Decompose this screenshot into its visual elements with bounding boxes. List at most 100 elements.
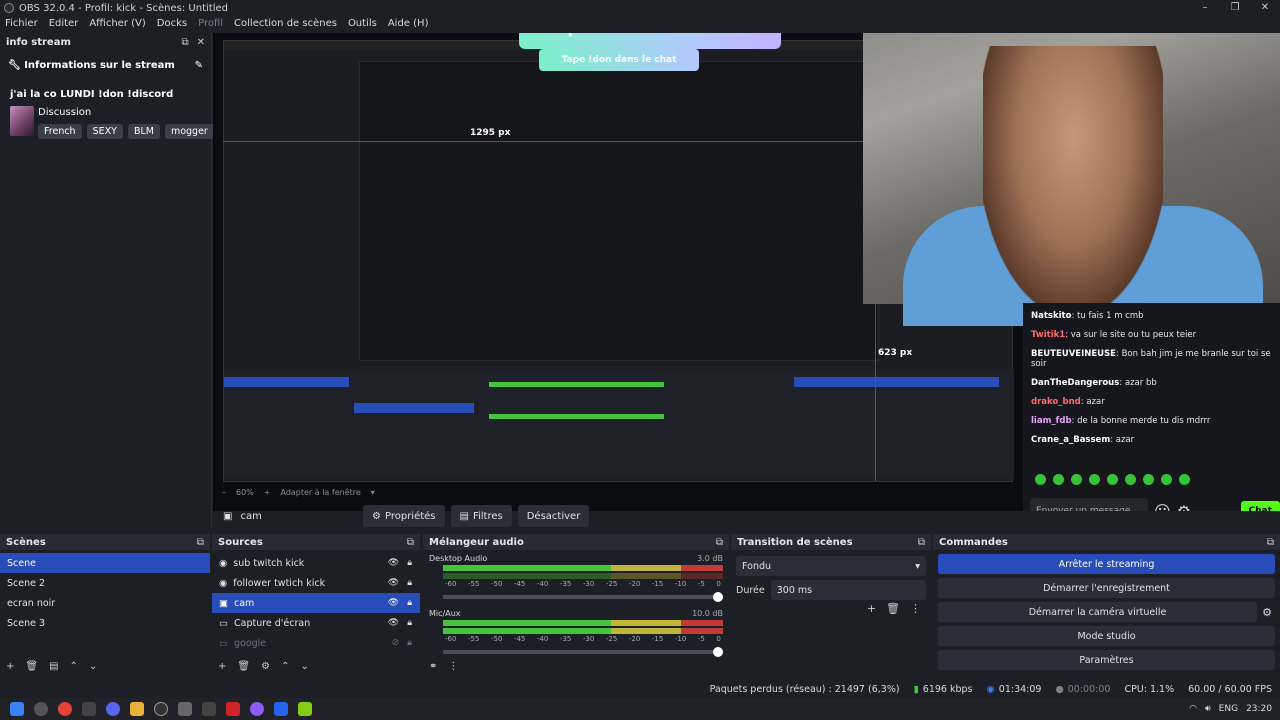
- down-arrow-icon[interactable]: ⌄: [300, 661, 308, 672]
- eye-icon[interactable]: 👁︎: [388, 598, 399, 608]
- scene-item[interactable]: Scene: [0, 553, 210, 573]
- add-icon[interactable]: +: [218, 661, 226, 672]
- trash-icon[interactable]: 🗑︎: [237, 661, 250, 672]
- transition-select[interactable]: Fondu ▾: [736, 556, 926, 576]
- lock-icon[interactable]: 🔒︎: [407, 578, 412, 588]
- undock-icon[interactable]: ⧉: [181, 37, 188, 48]
- filter-icon[interactable]: ▤: [49, 661, 58, 672]
- scene-item[interactable]: Scene 2: [0, 573, 210, 593]
- slider-knob[interactable]: [713, 647, 723, 657]
- chevron-down-icon[interactable]: ▾: [371, 488, 375, 500]
- source-type-icon: ◉: [219, 577, 228, 589]
- start-virtual-camera-button[interactable]: Démarrer la caméra virtuelle: [938, 602, 1258, 622]
- close-dock-icon[interactable]: ✕: [197, 37, 205, 48]
- eye-icon[interactable]: 👁︎: [388, 558, 399, 568]
- link-icon[interactable]: ⚭: [429, 661, 437, 672]
- emote-icon: [1143, 474, 1154, 485]
- source-item[interactable]: ▣ cam 👁︎ 🔒︎: [212, 593, 420, 613]
- stop-streaming-button[interactable]: Arrêter le streaming: [938, 554, 1275, 574]
- donation-banner-nested: Tape !don dans le chat: [539, 49, 699, 71]
- start-recording-button[interactable]: Démarrer l'enregistrement: [938, 578, 1275, 598]
- undock-icon[interactable]: ⧉: [918, 537, 925, 548]
- minimize-button[interactable]: –: [1190, 0, 1220, 16]
- disable-button[interactable]: Désactiver: [517, 505, 590, 527]
- language-indicator[interactable]: ENG: [1219, 704, 1238, 714]
- scene-item[interactable]: ecran noir: [0, 593, 210, 613]
- lock-icon[interactable]: 🔒︎: [407, 618, 412, 628]
- menu-file[interactable]: Fichier: [0, 16, 44, 33]
- volume-icon[interactable]: 🔊︎: [1205, 704, 1211, 714]
- lock-icon[interactable]: 🔒︎: [407, 598, 412, 608]
- zoom-in-icon[interactable]: +: [264, 488, 271, 500]
- eye-icon[interactable]: 👁︎: [388, 618, 399, 628]
- source-name: cam: [233, 597, 255, 609]
- add-icon[interactable]: +: [867, 602, 876, 615]
- app-icon[interactable]: [298, 702, 312, 716]
- menu-docks[interactable]: Docks: [152, 16, 193, 33]
- volume-slider[interactable]: [443, 592, 723, 602]
- scene-item[interactable]: Scene 3: [0, 613, 210, 633]
- gear-icon[interactable]: ⚙: [261, 661, 270, 672]
- app-icon[interactable]: [226, 702, 240, 716]
- slider-knob[interactable]: [713, 592, 723, 602]
- discord-icon[interactable]: [106, 702, 120, 716]
- properties-button[interactable]: ⚙ Propriétés: [363, 505, 445, 527]
- up-arrow-icon[interactable]: ⌃: [281, 661, 289, 672]
- undock-icon[interactable]: ⧉: [407, 537, 414, 548]
- app-icon[interactable]: [250, 702, 264, 716]
- nested-source-selected: [354, 403, 474, 413]
- maximize-button[interactable]: ❐: [1220, 0, 1250, 16]
- undock-icon[interactable]: ⧉: [716, 537, 723, 548]
- add-icon[interactable]: +: [6, 661, 14, 672]
- chevron-down-icon: ▾: [915, 560, 920, 572]
- duration-input[interactable]: 300 ms: [770, 580, 926, 600]
- eye-hidden-icon[interactable]: ⊘: [392, 638, 400, 648]
- chrome-icon[interactable]: [58, 702, 72, 716]
- properties-label: Propriétés: [384, 510, 436, 522]
- source-item[interactable]: ◉ follower twtich kick 👁︎ 🔒︎: [212, 573, 420, 593]
- wifi-icon[interactable]: ◠: [1189, 704, 1197, 714]
- obs-icon[interactable]: [154, 702, 168, 716]
- app-icon[interactable]: [274, 702, 288, 716]
- menu-dots-icon[interactable]: ⋮: [910, 602, 921, 615]
- menu-tools[interactable]: Outils: [343, 16, 383, 33]
- menu-scene-collection[interactable]: Collection de scènes: [229, 16, 343, 33]
- up-arrow-icon[interactable]: ⌃: [70, 661, 78, 672]
- controls-title: Commandes: [939, 536, 1008, 548]
- trash-icon[interactable]: 🗑︎: [886, 602, 900, 615]
- folder-icon[interactable]: [130, 702, 144, 716]
- volume-slider[interactable]: [443, 647, 723, 657]
- close-button[interactable]: ✕: [1250, 0, 1280, 16]
- edit-pencil-icon[interactable]: ✎: [195, 60, 203, 71]
- settings-button[interactable]: Paramètres: [938, 650, 1275, 670]
- menu-view[interactable]: Afficher (V): [84, 16, 151, 33]
- menu-dots-icon[interactable]: ⋮: [448, 661, 458, 672]
- trash-icon[interactable]: 🗑︎: [25, 661, 38, 672]
- task-view-icon[interactable]: [82, 702, 96, 716]
- fit-window-select[interactable]: Adapter à la fenêtre: [280, 488, 360, 500]
- studio-mode-button[interactable]: Mode studio: [938, 626, 1275, 646]
- source-item[interactable]: ◉ sub twitch kick 👁︎ 🔒︎: [212, 553, 420, 573]
- filters-button[interactable]: ▤ Filtres: [450, 505, 512, 527]
- app-icon[interactable]: [202, 702, 216, 716]
- preview-canvas[interactable]: 1295 px Tape !don dans le chat Tape !don…: [213, 33, 1280, 511]
- camera-icon: ▣: [223, 510, 233, 522]
- clock[interactable]: 23:20: [1246, 704, 1272, 714]
- search-icon[interactable]: [34, 702, 48, 716]
- app-icon[interactable]: [178, 702, 192, 716]
- eye-icon[interactable]: 👁︎: [388, 578, 399, 588]
- menu-profile[interactable]: Profil: [193, 16, 229, 33]
- menu-edit[interactable]: Editer: [44, 16, 85, 33]
- undock-icon[interactable]: ⧉: [197, 537, 204, 548]
- source-item[interactable]: ▭ google ⊘ 🔒︎: [212, 633, 420, 653]
- down-arrow-icon[interactable]: ⌄: [89, 661, 97, 672]
- windows-start-icon[interactable]: [10, 702, 24, 716]
- menu-help[interactable]: Aide (H): [383, 16, 435, 33]
- gear-icon[interactable]: ⚙: [1262, 606, 1272, 619]
- lock-icon[interactable]: 🔒︎: [407, 558, 412, 568]
- undock-icon[interactable]: ⧉: [1267, 537, 1274, 548]
- lock-icon[interactable]: 🔒︎: [407, 638, 412, 648]
- transition-type: Fondu: [742, 560, 772, 572]
- source-item[interactable]: ▭ Capture d'écran 👁︎ 🔒︎: [212, 613, 420, 633]
- zoom-out-icon[interactable]: –: [222, 488, 226, 500]
